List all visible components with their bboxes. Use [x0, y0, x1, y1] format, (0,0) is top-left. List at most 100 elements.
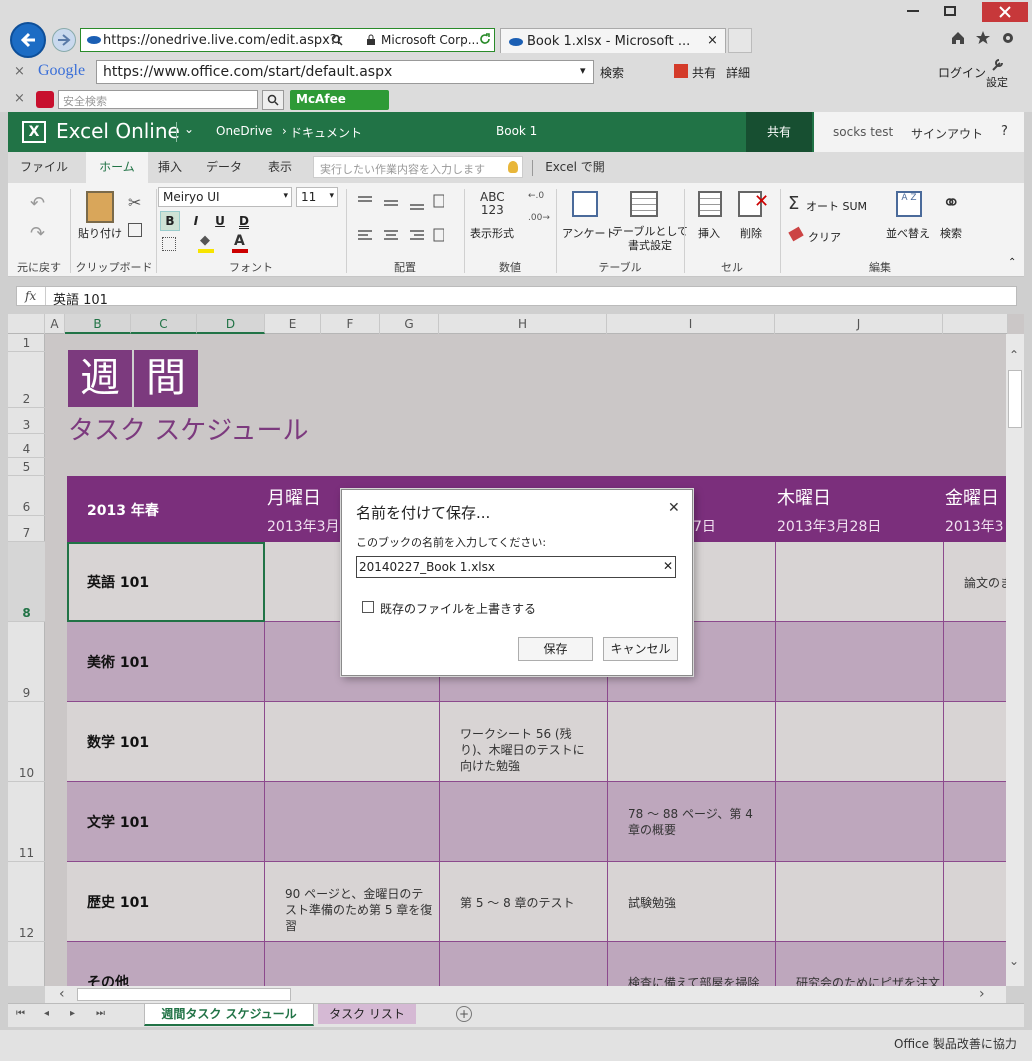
table-cell[interactable] — [776, 782, 944, 862]
scroll-thumb[interactable] — [77, 988, 291, 1001]
number-format-icon[interactable]: ABC 123 — [480, 191, 505, 217]
sheet-tab-weekly[interactable]: 週間タスク スケジュール — [144, 1004, 314, 1026]
horizontal-scrollbar[interactable]: ‹ › — [45, 986, 1006, 1003]
chevron-up-icon[interactable]: ⌃ — [1008, 257, 1016, 268]
col-header-H[interactable]: H — [439, 314, 607, 334]
row-header-8[interactable]: 8 — [8, 542, 45, 622]
table-cell[interactable] — [265, 782, 440, 862]
scroll-up-icon[interactable]: ⌃ — [1009, 348, 1019, 362]
address-url[interactable]: https://onedrive.live.com/edit.aspx?r — [103, 33, 342, 48]
clear-input-icon[interactable]: ✕ — [663, 559, 673, 573]
sheet-tab-tasklist[interactable]: タスク リスト — [318, 1004, 416, 1024]
double-underline-button[interactable]: D — [234, 211, 254, 231]
login-link[interactable]: ログイン — [938, 64, 986, 81]
increase-decimal-icon[interactable]: ←.0 — [528, 191, 544, 201]
table-cell[interactable] — [608, 702, 776, 782]
table-cell[interactable] — [944, 942, 1007, 986]
minimize-icon[interactable] — [898, 2, 928, 20]
table-cell[interactable]: ワークシート 56 (残り)、木曜日のテストに向けた勉強 — [440, 702, 608, 782]
table-cell[interactable]: 研究会のためにピザを注文 — [776, 942, 944, 986]
sort-label[interactable]: 並べ替え — [886, 225, 930, 241]
prev-sheet-icon[interactable]: ◂ — [44, 1008, 49, 1019]
sort-icon[interactable]: A Z — [896, 191, 922, 217]
table-cell[interactable] — [944, 702, 1007, 782]
select-all-corner[interactable] — [8, 314, 45, 334]
table-cell[interactable]: 試験勉強 — [608, 862, 776, 942]
font-color-icon[interactable]: A — [234, 233, 245, 249]
breadcrumb-documents[interactable]: ドキュメント — [290, 124, 362, 141]
italic-button[interactable]: I — [186, 211, 206, 231]
table-cell[interactable]: 78 ～ 88 ページ、第 4 章の概要 — [608, 782, 776, 862]
tab-insert[interactable]: 挿入 — [150, 152, 190, 183]
row-header-1[interactable]: 1 — [8, 334, 45, 352]
add-sheet-icon[interactable]: + — [456, 1006, 472, 1022]
google-url-field[interactable]: https://www.office.com/start/default.asp… — [96, 60, 594, 84]
share-button[interactable]: 共有 — [746, 112, 812, 152]
survey-label[interactable]: アンケート — [562, 225, 617, 241]
format-table-icon[interactable] — [630, 191, 658, 217]
table-cell[interactable] — [776, 622, 944, 702]
table-cell[interactable]: 検査に備えて部屋を掃除 — [608, 942, 776, 986]
formula-bar[interactable]: fx 英語 101 — [16, 286, 1017, 308]
paste-label[interactable]: 貼り付け — [78, 225, 122, 241]
address-bar[interactable]: https://onedrive.live.com/edit.aspx?r Mi… — [80, 28, 495, 52]
wrench-icon[interactable] — [990, 58, 1006, 72]
col-header-D[interactable]: D — [197, 314, 265, 334]
favorites-star-icon[interactable] — [975, 30, 991, 46]
scroll-left-icon[interactable]: ‹ — [59, 986, 65, 1002]
table-cell[interactable] — [440, 942, 608, 986]
table-cell[interactable] — [944, 622, 1007, 702]
filename-input[interactable]: 20140227_Book 1.xlsx ✕ — [356, 556, 676, 578]
close-icon[interactable]: × — [14, 64, 25, 79]
find-label[interactable]: 検索 — [940, 225, 962, 241]
row-header-9[interactable]: 9 — [8, 622, 45, 702]
forward-button[interactable] — [52, 28, 76, 52]
search-icon[interactable] — [262, 90, 284, 110]
table-cell[interactable] — [944, 782, 1007, 862]
last-sheet-icon[interactable]: ⏭ — [96, 1008, 105, 1019]
fill-color-icon[interactable] — [198, 249, 214, 253]
new-tab-button[interactable] — [728, 28, 752, 53]
tab-view[interactable]: 表示 — [260, 152, 300, 183]
table-cell[interactable] — [776, 862, 944, 942]
font-size-select[interactable]: 11 ▾ — [296, 187, 338, 207]
paste-icon[interactable] — [86, 191, 114, 223]
subject-history[interactable]: 歴史 101 — [67, 862, 265, 942]
underline-button[interactable]: U — [210, 211, 230, 231]
col-header-A[interactable]: A — [45, 314, 65, 334]
certificate-label[interactable]: Microsoft Corp... — [381, 33, 479, 47]
tell-me-input[interactable]: 実行したい作業内容を入力します — [313, 156, 523, 178]
tab-close-icon[interactable]: × — [707, 33, 718, 48]
table-cell[interactable]: 90 ページと、金曜日のテスト準備のため第 5 章を復習 — [265, 862, 440, 942]
alignment-icons[interactable] — [354, 193, 444, 243]
scroll-thumb[interactable] — [1008, 370, 1022, 428]
browser-tab-book[interactable]: Book 1.xlsx - Microsoft ... × — [500, 28, 726, 53]
gear-icon[interactable] — [1000, 30, 1016, 46]
table-cell[interactable] — [265, 942, 440, 986]
overwrite-checkbox[interactable] — [362, 601, 374, 613]
row-header-7[interactable]: 7 — [8, 516, 45, 542]
bold-button[interactable]: B — [160, 211, 180, 231]
back-button[interactable] — [10, 22, 46, 58]
copy-icon[interactable] — [128, 223, 142, 237]
delete-cells-label[interactable]: 削除 — [740, 225, 762, 241]
subject-art[interactable]: 美術 101 — [67, 622, 265, 702]
chevron-down-icon[interactable]: ▾ — [580, 64, 586, 77]
row-header-12[interactable]: 12 — [8, 862, 45, 942]
close-icon[interactable]: ✕ — [668, 500, 680, 516]
row-header-11[interactable]: 11 — [8, 782, 45, 862]
binoculars-icon[interactable]: ⚭ — [942, 191, 960, 216]
google-search-button[interactable]: 検索 — [600, 64, 624, 81]
row-header-3[interactable]: 3 — [8, 408, 45, 434]
search-icon[interactable] — [331, 34, 343, 46]
table-cell[interactable] — [265, 702, 440, 782]
signout-link[interactable]: サインアウト — [911, 125, 983, 142]
close-icon[interactable]: × — [14, 91, 25, 106]
clear-label[interactable]: クリア — [808, 229, 841, 245]
chevron-down-icon[interactable]: ⌄ — [184, 122, 194, 136]
table-cell[interactable] — [944, 862, 1007, 942]
font-name-select[interactable]: Meiryo UI ▾ — [158, 187, 292, 207]
vertical-scrollbar[interactable]: ⌃ ⌄ — [1006, 334, 1024, 986]
col-header-K[interactable] — [943, 314, 1008, 334]
refresh-icon[interactable] — [479, 33, 491, 45]
